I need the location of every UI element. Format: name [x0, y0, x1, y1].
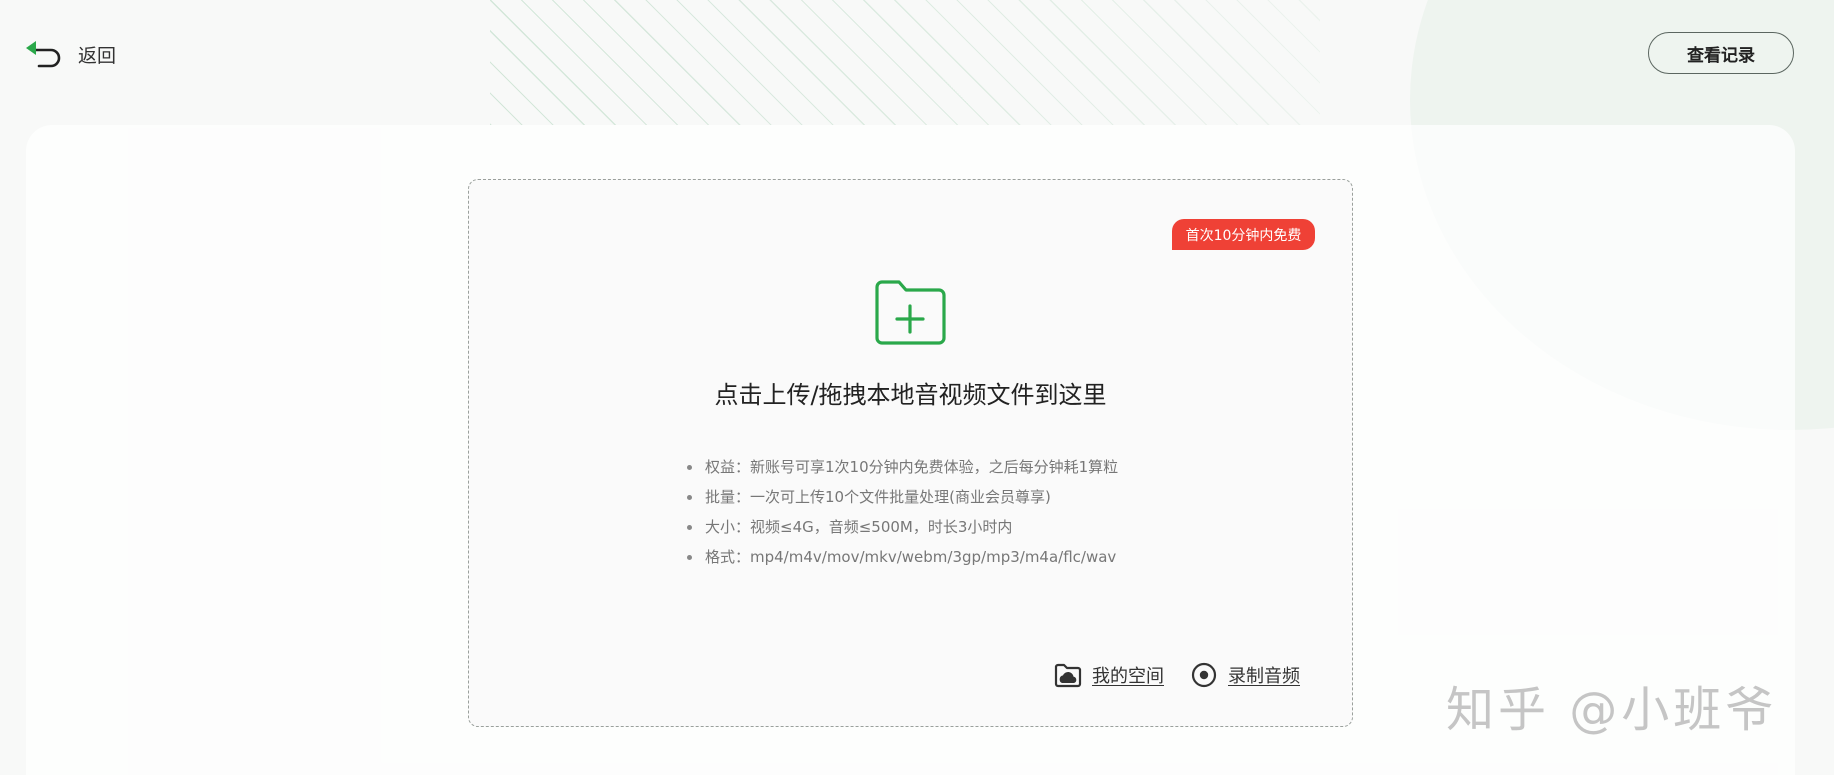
- back-button[interactable]: 返回: [24, 38, 116, 70]
- watermark: 知乎 @小班爷: [1446, 682, 1778, 738]
- info-text: 格式：mp4/m4v/mov/mkv/webm/3gp/mp3/m4a/flc/…: [705, 548, 1117, 566]
- upload-actions: 我的空间 录制音频: [1054, 662, 1300, 688]
- background-stripes: [490, 0, 1320, 125]
- info-item-format: 格式：mp4/m4v/mov/mkv/webm/3gp/mp3/m4a/flc/…: [687, 542, 1118, 572]
- info-text: 大小：视频≤4G，音频≤500M，时长3小时内: [705, 518, 1013, 536]
- bullet: [687, 495, 692, 500]
- upload-title: 点击上传/拖拽本地音视频文件到这里: [714, 381, 1107, 409]
- page: 返回 查看记录 首次10分钟内免费 点击上传/拖拽本地音视频文件到这里 权益：新…: [0, 0, 1834, 775]
- back-arrow-icon: [26, 41, 61, 68]
- free-trial-badge: 首次10分钟内免费: [1172, 219, 1315, 250]
- info-item-size: 大小：视频≤4G，音频≤500M，时长3小时内: [687, 512, 1118, 542]
- my-space-label: 我的空间: [1092, 666, 1164, 687]
- back-label: 返回: [78, 44, 117, 67]
- cloud-folder-icon: [1054, 663, 1082, 688]
- record-audio-label: 录制音频: [1228, 666, 1300, 687]
- view-history-button[interactable]: 查看记录: [1648, 32, 1794, 74]
- bullet: [687, 555, 692, 560]
- record-audio-link[interactable]: 录制音频: [1190, 662, 1300, 688]
- bullet: [687, 525, 692, 530]
- bullet: [687, 465, 692, 470]
- record-icon: [1191, 662, 1217, 688]
- upload-dropzone[interactable]: 首次10分钟内免费 点击上传/拖拽本地音视频文件到这里 权益：新账号可享1次10…: [468, 179, 1353, 727]
- info-text: 权益：新账号可享1次10分钟内免费体验，之后每分钟耗1算粒: [705, 458, 1119, 476]
- info-item-batch: 批量：一次可上传10个文件批量处理(商业会员尊享): [687, 482, 1118, 512]
- info-item-benefits: 权益：新账号可享1次10分钟内免费体验，之后每分钟耗1算粒: [687, 452, 1118, 482]
- folder-plus-icon: [875, 280, 946, 345]
- my-space-link[interactable]: 我的空间: [1054, 662, 1164, 688]
- info-text: 批量：一次可上传10个文件批量处理(商业会员尊享): [705, 488, 1051, 506]
- upload-info-list: 权益：新账号可享1次10分钟内免费体验，之后每分钟耗1算粒 批量：一次可上传10…: [687, 452, 1118, 572]
